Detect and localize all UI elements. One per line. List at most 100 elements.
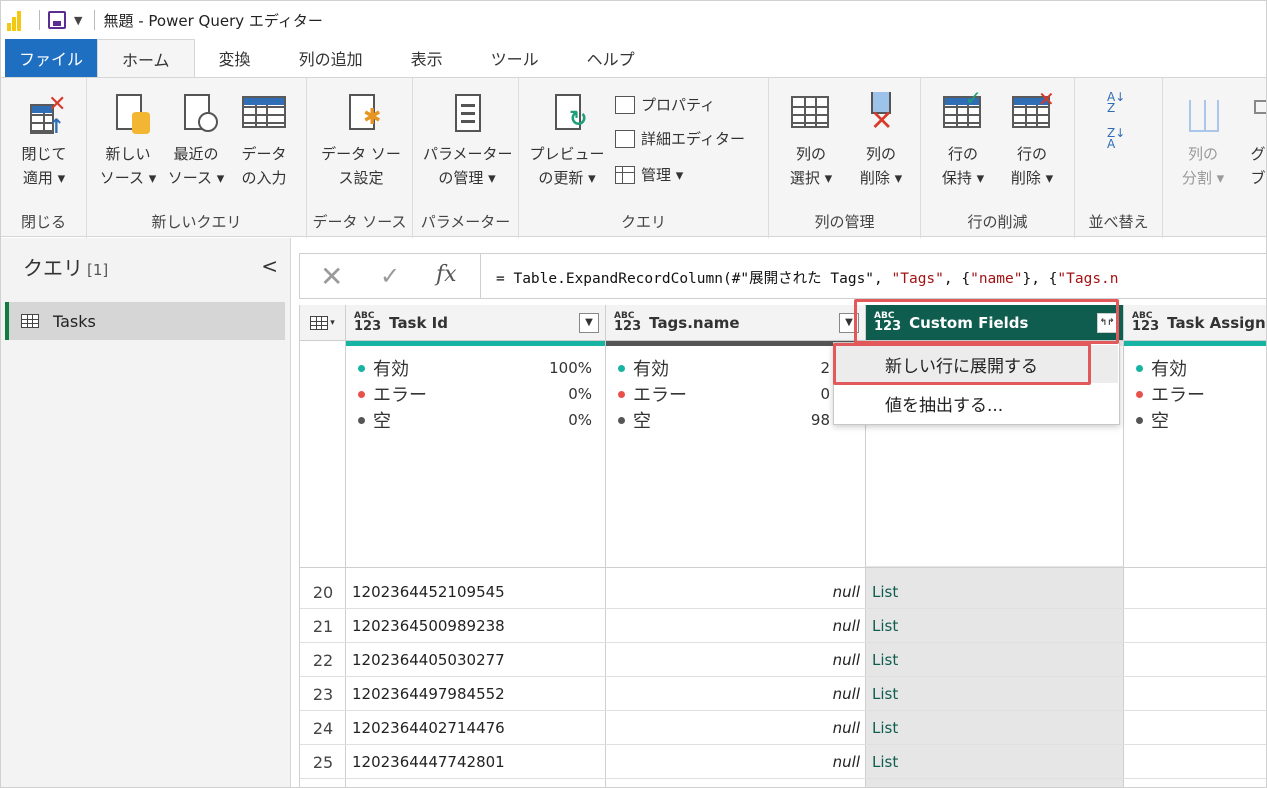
cell-custom-fields-link[interactable]: List	[872, 753, 898, 771]
query-item-tasks[interactable]: Tasks	[5, 302, 285, 340]
choose-columns-button[interactable]: 列の 選択 ▾	[779, 92, 843, 190]
enter-data-icon	[242, 92, 286, 138]
cell-task-id[interactable]: 1202364452109545	[352, 583, 505, 601]
powerbi-logo-icon	[7, 9, 23, 31]
quality-bar	[1124, 341, 1266, 346]
group-label-manage-columns: 列の管理	[814, 213, 875, 231]
group-by-button[interactable]: グ ブ	[1243, 92, 1266, 190]
tab-add-column[interactable]: 列の追加	[275, 39, 387, 77]
cell-task-id[interactable]: 1202364500989238	[352, 617, 505, 635]
remove-columns-button[interactable]: ✕ 列の 削除 ▾	[849, 92, 913, 190]
data-source-settings-icon: ✱	[341, 92, 381, 138]
stat-valid: 有効	[618, 355, 669, 381]
group-label-query: クエリ	[620, 213, 666, 231]
properties-button[interactable]: プロパティ	[615, 94, 715, 115]
sort-descending-button[interactable]: Z↓ A	[1107, 126, 1126, 151]
group-label-sort: 並べ替え	[1088, 213, 1149, 231]
any-type-icon: ABC 123	[354, 311, 382, 334]
sort-descending-icon: Z↓ A	[1107, 126, 1126, 151]
advanced-editor-button[interactable]: 詳細エディター	[615, 128, 745, 149]
save-icon[interactable]	[48, 11, 66, 29]
refresh-preview-button[interactable]: ↻ プレビュー の更新 ▾	[525, 92, 609, 190]
close-apply-icon: ✕ ↑	[24, 92, 66, 138]
title-separator	[39, 10, 40, 30]
expand-to-new-rows-item[interactable]: 新しい行に展開する	[835, 345, 1118, 383]
cell-tags-name[interactable]: null	[606, 753, 860, 771]
manage-button[interactable]: 管理 ▾	[615, 164, 683, 185]
commit-formula-icon[interactable]: ✓	[380, 262, 400, 290]
new-source-button[interactable]: 新しい ソース ▾	[95, 92, 161, 190]
table-menu-icon	[310, 315, 329, 330]
tab-transform[interactable]: 変換	[195, 39, 275, 77]
cell-task-id[interactable]: 1202364497984552	[352, 685, 505, 703]
cell-task-id[interactable]: 1202364402714476	[352, 719, 505, 737]
row-number: 24	[312, 719, 334, 738]
group-label-data-source: データ ソース	[312, 213, 407, 231]
stat-error: エラー	[1136, 381, 1205, 407]
stat-valid: 有効	[358, 355, 409, 381]
cancel-formula-icon[interactable]: ✕	[320, 260, 343, 293]
recent-source-button[interactable]: 最近の ソース ▾	[163, 92, 229, 190]
manage-parameters-button[interactable]: パラメーター の管理 ▾	[423, 92, 513, 190]
tab-home[interactable]: ホーム	[97, 39, 195, 77]
queries-panel: クエリ [1] < Tasks	[1, 238, 291, 787]
cell-tags-name[interactable]: null	[606, 651, 860, 669]
stat-error-pct: 0%	[568, 385, 592, 403]
tab-help[interactable]: ヘルプ	[563, 39, 659, 77]
cell-task-id[interactable]: 1202364447742801	[352, 753, 505, 771]
choose-columns-icon	[791, 92, 831, 138]
cell-tags-name[interactable]: null	[606, 583, 860, 601]
stat-valid: 有効	[1136, 355, 1187, 381]
remove-columns-icon: ✕	[861, 92, 901, 138]
expand-column-icon[interactable]: ↰↱	[1097, 313, 1117, 333]
column-header-task-id[interactable]: ABC 123 Task Id ▼	[346, 305, 606, 341]
keep-rows-icon: ✓	[943, 86, 983, 138]
column-header-tags-name[interactable]: ABC 123 Tags.name ▼	[606, 305, 866, 341]
cell-custom-fields-link[interactable]: List	[872, 583, 898, 601]
tab-tools[interactable]: ツール	[467, 39, 563, 77]
manage-icon	[615, 165, 635, 184]
column-header-task-assignee[interactable]: ABC 123 Task Assigne	[1124, 305, 1266, 341]
cell-tags-name[interactable]: null	[606, 617, 860, 635]
data-grid: ▾ ABC 123 Task Id ▼ ABC 123 Tags.name ▼ AB…	[299, 305, 1266, 787]
advanced-editor-icon	[615, 129, 635, 148]
tab-file[interactable]: ファイル	[5, 39, 98, 77]
queries-panel-title: クエリ [1]	[23, 256, 109, 280]
filter-dropdown-icon[interactable]: ▼	[579, 313, 599, 333]
cell-tags-name[interactable]: null	[606, 685, 860, 703]
group-label-close: 閉じる	[20, 213, 66, 231]
keep-rows-button[interactable]: ✓ 行の 保持 ▾	[931, 86, 995, 190]
cell-custom-fields-link[interactable]: List	[872, 617, 898, 635]
stat-empty: 空	[618, 407, 651, 433]
collapse-panel-icon[interactable]: <	[261, 254, 278, 278]
expand-menu: 新しい行に展開する 値を抽出する...	[833, 342, 1120, 425]
quick-access-dropdown-icon[interactable]: ▼	[74, 14, 82, 27]
stat-empty-pct: 98	[810, 411, 830, 429]
cell-custom-fields-link[interactable]: List	[872, 651, 898, 669]
split-column-button[interactable]: 列の 分割 ▾	[1175, 92, 1231, 190]
fx-icon[interactable]: fx	[436, 262, 457, 287]
stat-valid-pct: 2	[820, 359, 830, 377]
stat-error-pct: 0	[820, 385, 830, 403]
group-manage-columns: 列の 選択 ▾ ✕ 列の 削除 ▾ 列の管理	[769, 78, 921, 238]
tab-view[interactable]: 表示	[387, 39, 467, 77]
data-source-settings-button[interactable]: ✱ データ ソー ス設定	[321, 92, 401, 190]
extract-values-item[interactable]: 値を抽出する...	[835, 384, 1118, 422]
column-header-custom-fields[interactable]: ABC 123 Custom Fields ↰↱	[866, 305, 1124, 341]
cell-custom-fields-link[interactable]: List	[872, 685, 898, 703]
filter-dropdown-icon[interactable]: ▼	[839, 313, 859, 333]
table-menu-button[interactable]: ▾	[300, 305, 346, 341]
cell-task-id[interactable]: 1202364405030277	[352, 651, 505, 669]
enter-data-button[interactable]: データ の入力	[231, 92, 297, 190]
row-number: 25	[312, 753, 334, 772]
remove-rows-button[interactable]: ✕ 行の 削除 ▾	[999, 87, 1065, 190]
cell-custom-fields-link[interactable]: List	[872, 719, 898, 737]
close-apply-button[interactable]: ✕ ↑ 閉じて 適用 ▾	[11, 92, 77, 190]
properties-icon	[615, 95, 635, 114]
cell-tags-name[interactable]: null	[606, 719, 860, 737]
formula-input[interactable]: = Table.ExpandRecordColumn(#"展開された Tags"…	[496, 267, 1119, 288]
group-label-new-query: 新しいクエリ	[151, 213, 242, 231]
split-column-icon	[1183, 92, 1223, 138]
formula-bar: ✕ ✓ fx = Table.ExpandRecordColumn(#"展開され…	[299, 253, 1266, 299]
sort-ascending-button[interactable]: A↓ Z	[1107, 91, 1125, 114]
